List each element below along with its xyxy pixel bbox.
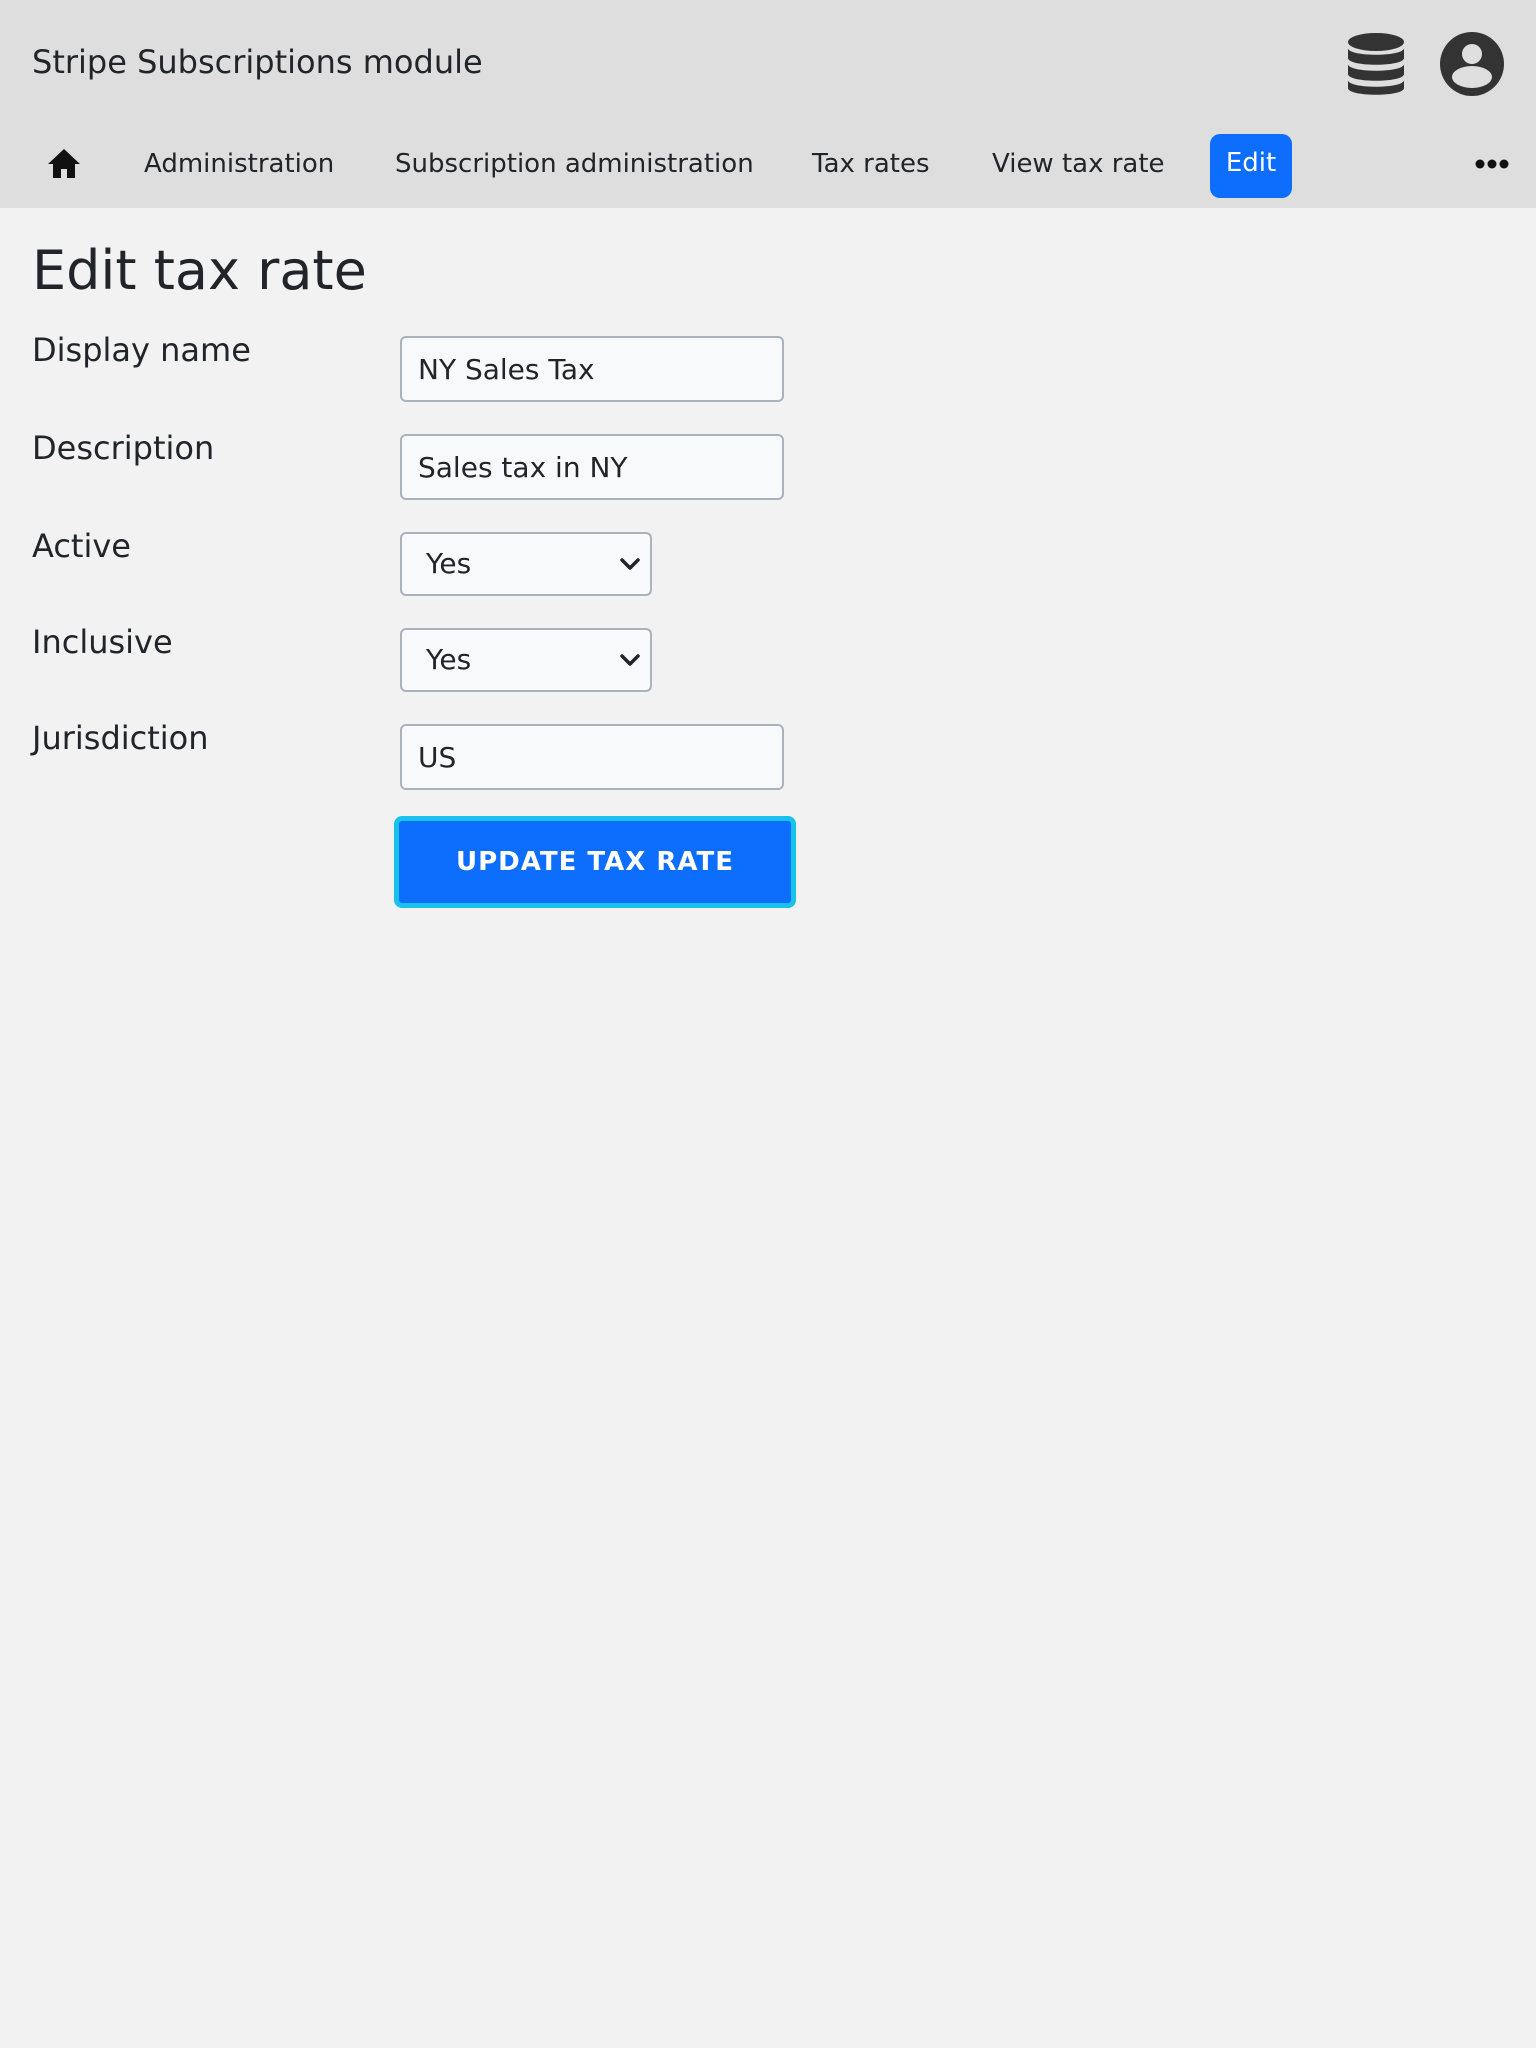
active-select[interactable]: Yes — [400, 532, 652, 596]
active-label: Active — [32, 527, 131, 565]
breadcrumb-item-administration[interactable]: Administration — [144, 134, 334, 194]
user-account-icon[interactable] — [1438, 30, 1506, 98]
inclusive-label: Inclusive — [32, 623, 173, 661]
database-icon[interactable] — [1342, 30, 1410, 98]
breadcrumb-item-subscription-administration[interactable]: Subscription administration — [395, 134, 754, 194]
jurisdiction-input[interactable] — [400, 724, 784, 790]
breadcrumb-item-view-tax-rate[interactable]: View tax rate — [992, 134, 1165, 194]
page-title: Edit tax rate — [32, 239, 367, 302]
home-icon — [48, 149, 80, 178]
chevron-down-icon — [620, 558, 640, 570]
active-select-value: Yes — [426, 547, 472, 580]
more-options-button[interactable] — [1474, 144, 1510, 184]
breadcrumb-item-edit-active[interactable]: Edit — [1210, 134, 1292, 198]
inclusive-select-value: Yes — [426, 643, 472, 676]
display-name-input[interactable] — [400, 336, 784, 402]
breadcrumb-item-tax-rates[interactable]: Tax rates — [812, 134, 930, 194]
more-options-icon — [1475, 159, 1509, 169]
breadcrumb-home[interactable] — [44, 144, 84, 184]
display-name-label: Display name — [32, 331, 251, 369]
chevron-down-icon — [620, 654, 640, 666]
jurisdiction-label: Jurisdiction — [32, 719, 209, 757]
description-input[interactable] — [400, 434, 784, 500]
update-tax-rate-button[interactable]: UPDATE TAX RATE — [394, 816, 796, 908]
inclusive-select[interactable]: Yes — [400, 628, 652, 692]
description-label: Description — [32, 429, 215, 467]
breadcrumb: Administration Subscription administrati… — [0, 130, 1536, 198]
app-title: Stripe Subscriptions module — [32, 43, 483, 81]
app-header: Stripe Subscriptions module Administrati… — [0, 0, 1536, 208]
